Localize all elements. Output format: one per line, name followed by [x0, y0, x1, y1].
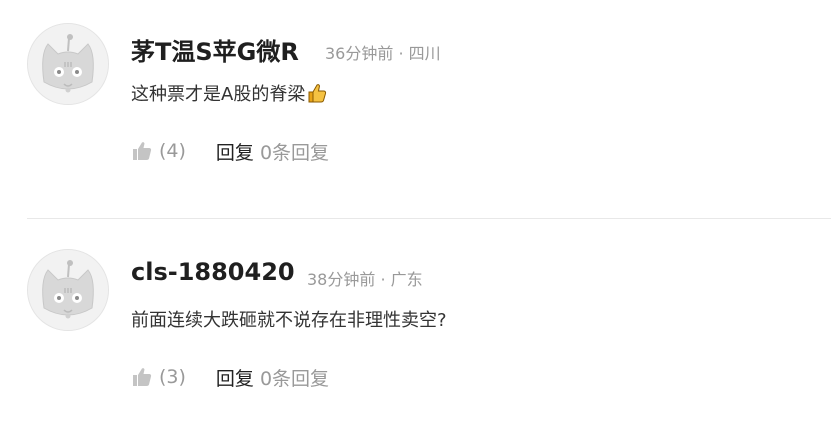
cat-avatar-icon[interactable] [27, 249, 109, 331]
username[interactable]: cls-1880420 [131, 258, 295, 286]
reply-button[interactable]: 回复 [216, 138, 254, 165]
comment-text: 这种票才是A股的脊梁 [131, 84, 306, 105]
comment-meta: 36分钟前 · 四川 [325, 44, 441, 63]
thumbs-up-icon[interactable] [131, 140, 153, 162]
comment-divider [27, 218, 831, 219]
cat-avatar-icon[interactable] [27, 23, 109, 105]
reply-count-link[interactable]: 0条回复 [260, 364, 329, 391]
username[interactable]: 茅T温S苹G微R [131, 32, 299, 67]
reply-button[interactable]: 回复 [216, 364, 254, 391]
comment-meta: 38分钟前 · 广东 [307, 270, 423, 289]
comment-text-row: 这种票才是A股的脊梁 [131, 80, 328, 106]
comment-actions: (3) 回复 0条回复 [131, 364, 329, 390]
thumbs-up-icon[interactable] [131, 366, 153, 388]
thumbs-up-emoji-icon [306, 82, 328, 104]
like-count[interactable]: (3) [159, 366, 186, 388]
like-count[interactable]: (4) [159, 140, 186, 162]
comment-text: 前面连续大跌砸就不说存在非理性卖空? [131, 310, 447, 331]
reply-count-link[interactable]: 0条回复 [260, 138, 329, 165]
comment-actions: (4) 回复 0条回复 [131, 138, 329, 164]
comment-item: cls-1880420 38分钟前 · 广东 前面连续大跌砸就不说存在非理性卖空… [0, 226, 831, 426]
comment-text-row: 前面连续大跌砸就不说存在非理性卖空? [131, 306, 447, 332]
comment-item: 茅T温S苹G微R 36分钟前 · 四川 这种票才是A股的脊梁 (4) 回复 0条… [0, 0, 831, 219]
